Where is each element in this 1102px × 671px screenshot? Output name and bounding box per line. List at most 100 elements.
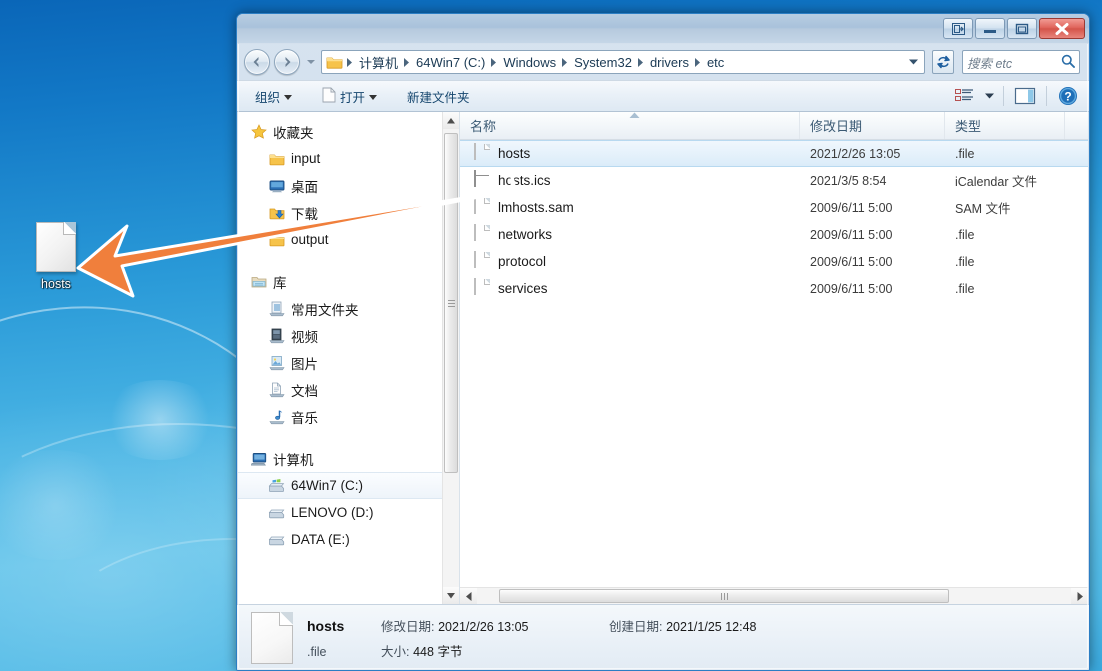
- file-list-horizontal-scrollbar[interactable]: [460, 587, 1088, 604]
- crumb-separator[interactable]: [693, 57, 703, 67]
- new-folder-button[interactable]: 新建文件夹: [399, 84, 478, 108]
- breadcrumb-item-5[interactable]: etc: [703, 53, 728, 72]
- sidebar-item-label: output: [291, 232, 329, 247]
- sidebar-item-pictures[interactable]: 图片: [238, 349, 442, 376]
- file-list-rows[interactable]: hosts 2021/2/26 13:05 .file hosts.ics 20…: [460, 140, 1088, 587]
- sidebar-item-input[interactable]: input: [238, 145, 442, 172]
- table-row[interactable]: services 2009/6/11 5:00 .file: [460, 275, 1088, 302]
- sidebar-item-computer[interactable]: 计算机: [238, 445, 442, 472]
- back-button[interactable]: [244, 49, 270, 75]
- sidebar-item-label: 常用文件夹: [291, 302, 359, 318]
- window-controls: [943, 18, 1085, 39]
- scroll-right-arrow[interactable]: [1071, 588, 1088, 604]
- sidebar-item-documents[interactable]: 文档: [238, 376, 442, 403]
- minimize-button[interactable]: [975, 18, 1005, 39]
- sidebar-item-common-folders[interactable]: 常用文件夹: [238, 295, 442, 322]
- sidebar-item-drive-c[interactable]: 64Win7 (C:): [238, 472, 442, 499]
- sidebar-item-downloads[interactable]: 下载: [238, 199, 442, 226]
- window-arrow-icon-button[interactable]: [943, 18, 973, 39]
- title-bar[interactable]: [237, 14, 1089, 44]
- generic-file-icon: [474, 251, 490, 271]
- wallpaper-glow-1: [100, 380, 220, 460]
- column-header-type[interactable]: 类型: [945, 112, 1065, 139]
- scroll-left-arrow[interactable]: [460, 588, 477, 604]
- nav-pane-scrollbar[interactable]: [442, 112, 459, 604]
- details-created-group: 创建日期: 2021/1/25 12:48: [609, 616, 756, 635]
- search-input[interactable]: 搜索 etc: [962, 50, 1080, 74]
- help-icon-button[interactable]: ?: [1053, 84, 1083, 108]
- table-row[interactable]: networks 2009/6/11 5:00 .file: [460, 221, 1088, 248]
- crumb-separator[interactable]: [560, 57, 570, 67]
- sidebar-item-label: 计算机: [273, 452, 314, 468]
- sidebar-item-drive-d[interactable]: LENOVO (D:): [238, 499, 442, 526]
- crumb-separator[interactable]: [636, 57, 646, 67]
- file-name: hosts.ics: [498, 173, 551, 188]
- table-row[interactable]: hosts.ics 2021/3/5 8:54 iCalendar 文件: [460, 167, 1088, 194]
- library-pictures-icon: [268, 354, 285, 371]
- computer-icon: [250, 450, 267, 467]
- sidebar-item-label: 文档: [291, 383, 318, 399]
- view-dropdown-button[interactable]: [981, 84, 997, 108]
- file-list-area[interactable]: 名称 修改日期 类型 hosts 2021/2/26 13:05 .file h…: [460, 112, 1088, 604]
- chevron-down-icon[interactable]: [904, 59, 922, 65]
- sidebar-item-label: 下载: [291, 206, 318, 222]
- search-placeholder: 搜索 etc: [967, 56, 1013, 71]
- explorer-window[interactable]: 计算机 64Win7 (C:) Windows System32 drivers…: [236, 13, 1090, 671]
- crumb-separator[interactable]: [402, 57, 412, 67]
- sidebar-item-label: 视频: [291, 329, 318, 345]
- refresh-icon-button[interactable]: [932, 50, 954, 74]
- sidebar-item-music[interactable]: 音乐: [238, 403, 442, 430]
- breadcrumb-item-3[interactable]: System32: [570, 53, 636, 72]
- breadcrumb-item-1[interactable]: 64Win7 (C:): [412, 53, 489, 72]
- preview-pane-icon-button[interactable]: [1010, 84, 1040, 108]
- table-row[interactable]: lmhosts.sam 2009/6/11 5:00 SAM 文件: [460, 194, 1088, 221]
- close-button[interactable]: [1039, 18, 1085, 39]
- details-file-name: hosts: [307, 617, 345, 634]
- sidebar-item-videos[interactable]: 视频: [238, 322, 442, 349]
- grip-icon: [720, 592, 728, 600]
- breadcrumb-bar[interactable]: 计算机 64Win7 (C:) Windows System32 drivers…: [321, 50, 925, 74]
- scroll-up-arrow[interactable]: [443, 112, 459, 129]
- organize-button[interactable]: 组织: [247, 84, 300, 108]
- details-line-2: .file 大小: 448 字节: [307, 641, 756, 660]
- crumb-separator[interactable]: [489, 57, 499, 67]
- details-file-type: .file: [307, 644, 327, 659]
- sidebar-item-label: 收藏夹: [273, 125, 314, 141]
- desktop-file-hosts[interactable]: hosts: [26, 222, 86, 291]
- recent-pages-dropdown[interactable]: [304, 49, 317, 75]
- file-modified: 2021/3/5 8:54: [810, 173, 887, 188]
- folder-icon: [268, 150, 285, 167]
- view-list-icon-button[interactable]: [949, 84, 979, 108]
- breadcrumb-item-2[interactable]: Windows: [499, 53, 560, 72]
- tree-group-libraries: 库 常用文件夹 视频 图片 文档 音乐: [238, 268, 442, 430]
- address-bar-row: 计算机 64Win7 (C:) Windows System32 drivers…: [237, 44, 1089, 80]
- breadcrumb-item-0[interactable]: 计算机: [355, 51, 402, 73]
- file-type: .file: [955, 254, 975, 269]
- table-row[interactable]: hosts 2021/2/26 13:05 .file: [460, 140, 1088, 167]
- sidebar-item-output[interactable]: output: [238, 226, 442, 253]
- horizontal-scroll-track[interactable]: [477, 588, 1071, 604]
- folder-icon: [326, 55, 343, 69]
- nav-scroll-track[interactable]: [443, 129, 459, 587]
- folder-icon: [268, 231, 285, 248]
- column-header-modified[interactable]: 修改日期: [800, 112, 945, 139]
- sidebar-item-favorites[interactable]: 收藏夹: [238, 118, 442, 145]
- search-icon[interactable]: [1061, 54, 1075, 71]
- open-button[interactable]: 打开: [314, 84, 385, 108]
- file-modified: 2009/6/11 5:00: [810, 281, 893, 296]
- sidebar-item-drive-e[interactable]: DATA (E:): [238, 526, 442, 553]
- nav-scroll-thumb[interactable]: [444, 133, 458, 473]
- sidebar-item-desktop[interactable]: 桌面: [238, 172, 442, 199]
- maximize-button[interactable]: [1007, 18, 1037, 39]
- forward-button[interactable]: [274, 49, 300, 75]
- library-video-icon: [268, 327, 285, 344]
- scroll-down-arrow[interactable]: [443, 587, 459, 604]
- horizontal-scroll-thumb[interactable]: [499, 589, 949, 603]
- table-row[interactable]: protocol 2009/6/11 5:00 .file: [460, 248, 1088, 275]
- sidebar-item-label: input: [291, 151, 321, 166]
- crumb-separator: [345, 57, 355, 67]
- sidebar-item-libraries[interactable]: 库: [238, 268, 442, 295]
- navigation-pane[interactable]: 收藏夹 input 桌面 下载 output 库 常用文件夹 视频 图片 文档 …: [238, 112, 460, 604]
- breadcrumb-item-4[interactable]: drivers: [646, 53, 693, 72]
